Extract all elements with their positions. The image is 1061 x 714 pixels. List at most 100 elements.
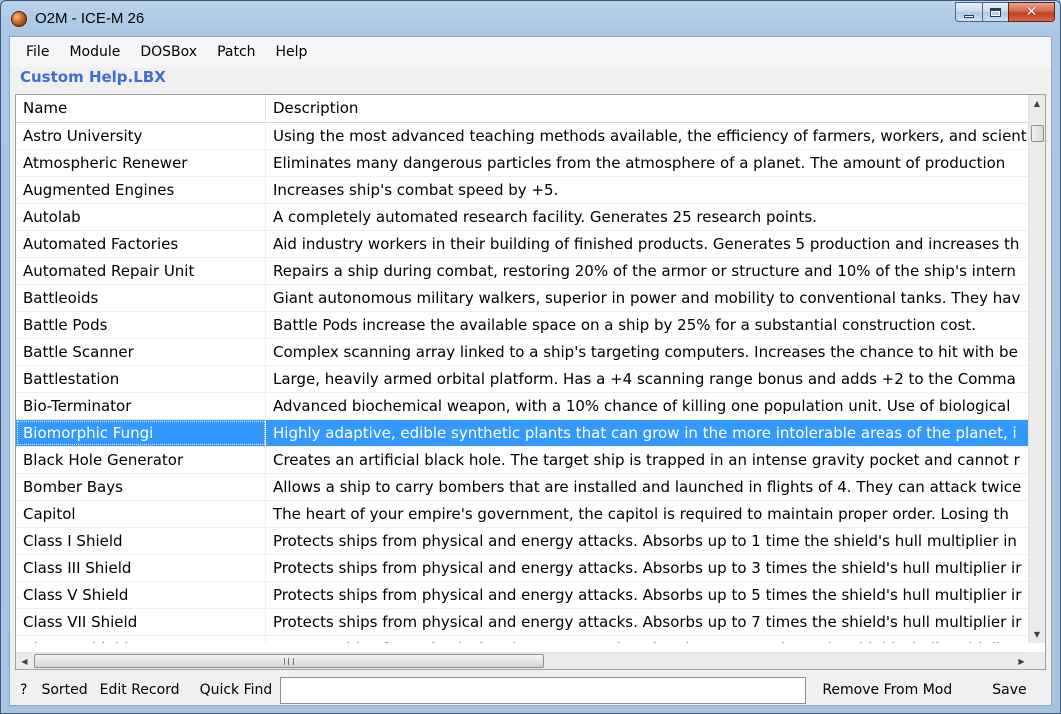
table-row[interactable]: Autolab A completely automated research f… bbox=[16, 204, 1030, 231]
menu-module[interactable]: Module bbox=[59, 40, 130, 64]
sorted-button[interactable]: Sorted bbox=[35, 682, 93, 698]
horizontal-scrollbar[interactable]: ◀ ▶ bbox=[16, 652, 1030, 669]
grid-rows: Astro University Using the most advanced … bbox=[16, 123, 1030, 643]
grid-header: Name Description bbox=[16, 95, 1030, 123]
save-button[interactable]: Save bbox=[986, 682, 1032, 698]
title-bar[interactable]: O2M - ICE-M 26 ✕ bbox=[1, 1, 1060, 36]
cell-description[interactable]: Allows a ship to carry bombers that are … bbox=[266, 474, 1030, 500]
cell-description[interactable]: Repairs a ship during combat, restoring … bbox=[266, 258, 1030, 284]
cell-description[interactable]: The heart of your empire's government, t… bbox=[266, 501, 1030, 527]
horizontal-scroll-thumb[interactable] bbox=[34, 654, 544, 668]
cell-description[interactable]: Eliminates many dangerous particles from… bbox=[266, 150, 1030, 176]
client-area: File Module DOSBox Patch Help Custom Hel… bbox=[9, 36, 1052, 706]
table-row[interactable]: Atmospheric Renewer Eliminates many dange… bbox=[16, 150, 1030, 177]
cell-name[interactable]: Class VII Shield bbox=[16, 609, 266, 635]
cell-name[interactable]: Augmented Engines bbox=[16, 177, 266, 203]
vertical-scroll-thumb[interactable] bbox=[1031, 125, 1044, 142]
table-row[interactable]: Class I Shield Protects ships from physic… bbox=[16, 528, 1030, 555]
app-window: O2M - ICE-M 26 ✕ File Module DOSBox Patc… bbox=[0, 0, 1061, 714]
table-row[interactable]: Automated Factories Aid industry workers … bbox=[16, 231, 1030, 258]
cell-description[interactable]: Protects ships from physical and energy … bbox=[266, 528, 1030, 554]
grip-icon bbox=[284, 657, 294, 665]
table-row[interactable]: Battleoids Giant autonomous military walk… bbox=[16, 285, 1030, 312]
window-title: O2M - ICE-M 26 bbox=[35, 10, 145, 27]
minimize-icon bbox=[964, 14, 974, 18]
table-row[interactable]: Bomber Bays Allows a ship to carry bomber… bbox=[16, 474, 1030, 501]
table-row[interactable]: Automated Repair Unit Repairs a ship duri… bbox=[16, 258, 1030, 285]
cell-name[interactable]: Atmospheric Renewer bbox=[16, 150, 266, 176]
cell-name[interactable]: Class III Shield bbox=[16, 555, 266, 581]
table-row[interactable]: Class V Shield Protects ships from physic… bbox=[16, 582, 1030, 609]
vertical-scrollbar[interactable]: ▲ ▼ bbox=[1028, 95, 1045, 643]
maximize-icon bbox=[990, 7, 1001, 17]
cell-name[interactable]: Battle Scanner bbox=[16, 339, 266, 365]
quick-find-label: Quick Find bbox=[199, 682, 273, 698]
menu-file[interactable]: File bbox=[10, 40, 59, 64]
app-icon[interactable] bbox=[11, 11, 27, 27]
table-row[interactable]: Class III Shield Protects ships from phys… bbox=[16, 555, 1030, 582]
cell-name[interactable]: Black Hole Generator bbox=[16, 447, 266, 473]
menu-bar: File Module DOSBox Patch Help bbox=[10, 37, 1051, 67]
cell-description[interactable]: A completely automated research facility… bbox=[266, 204, 1030, 230]
cell-description[interactable]: Creates an artificial black hole. The ta… bbox=[266, 447, 1030, 473]
menu-patch[interactable]: Patch bbox=[207, 40, 265, 64]
table-row[interactable]: Black Hole Generator Creates an artificia… bbox=[16, 447, 1030, 474]
cell-description[interactable]: Highly adaptive, edible synthetic plants… bbox=[266, 420, 1030, 446]
cell-description[interactable]: Giant autonomous military walkers, super… bbox=[266, 285, 1030, 311]
scroll-down-arrow-icon[interactable]: ▼ bbox=[1029, 626, 1045, 643]
maximize-button[interactable] bbox=[982, 2, 1008, 22]
records-grid[interactable]: Name Description Astro University Using t… bbox=[15, 94, 1046, 670]
cell-name[interactable]: Battlestation bbox=[16, 366, 266, 392]
scroll-left-arrow-icon[interactable]: ◀ bbox=[16, 653, 33, 669]
cell-name[interactable]: Class I Shield bbox=[16, 528, 266, 554]
table-row[interactable]: Battlestation Large, heavily armed orbita… bbox=[16, 366, 1030, 393]
edit-record-button[interactable]: Edit Record bbox=[94, 682, 186, 698]
status-bar: ? Sorted Edit Record Quick Find Remove F… bbox=[10, 675, 1051, 705]
cell-name[interactable]: Biomorphic Fungi bbox=[16, 420, 266, 446]
scroll-up-arrow-icon[interactable]: ▲ bbox=[1029, 95, 1045, 112]
menu-help[interactable]: Help bbox=[266, 40, 318, 64]
table-row[interactable]: Battle Scanner Complex scanning array lin… bbox=[16, 339, 1030, 366]
remove-from-mod-button[interactable]: Remove From Mod bbox=[814, 682, 960, 698]
cell-description[interactable]: Increases ship's combat speed by +5. bbox=[266, 177, 1030, 203]
cell-description[interactable]: Complex scanning array linked to a ship'… bbox=[266, 339, 1030, 365]
cell-description[interactable]: Using the most advanced teaching methods… bbox=[266, 123, 1030, 149]
table-row[interactable]: Astro University Using the most advanced … bbox=[16, 123, 1030, 150]
cell-description[interactable]: Protects ships from physical and energy … bbox=[266, 582, 1030, 608]
table-row[interactable]: Bio-Terminator Advanced biochemical weapo… bbox=[16, 393, 1030, 420]
cell-name[interactable]: Bio-Terminator bbox=[16, 393, 266, 419]
cell-description[interactable]: Aid industry workers in their building o… bbox=[266, 231, 1030, 257]
cell-name[interactable]: Astro University bbox=[16, 123, 266, 149]
close-button[interactable]: ✕ bbox=[1008, 2, 1055, 22]
table-row[interactable]: Biomorphic Fungi Highly adaptive, edible … bbox=[16, 420, 1030, 447]
table-row[interactable]: Class VII Shield Protects ships from phys… bbox=[16, 609, 1030, 636]
cell-name[interactable]: Class X Shield bbox=[16, 636, 266, 643]
column-header-name[interactable]: Name bbox=[16, 95, 266, 123]
cell-name[interactable]: Bomber Bays bbox=[16, 474, 266, 500]
scroll-corner bbox=[1028, 652, 1045, 669]
table-row[interactable]: Class X ShieldProtects ships from physic… bbox=[16, 636, 1030, 643]
cell-description[interactable]: Protects ships from physical and energy … bbox=[266, 609, 1030, 635]
cell-name[interactable]: Automated Factories bbox=[16, 231, 266, 257]
cell-description[interactable]: Protects ships from physical and energy … bbox=[266, 555, 1030, 581]
cell-name[interactable]: Automated Repair Unit bbox=[16, 258, 266, 284]
cell-name[interactable]: Class V Shield bbox=[16, 582, 266, 608]
form-title: Custom Help.LBX bbox=[20, 68, 166, 86]
menu-dosbox[interactable]: DOSBox bbox=[130, 40, 207, 64]
cell-name[interactable]: Capitol bbox=[16, 501, 266, 527]
cell-name[interactable]: Autolab bbox=[16, 204, 266, 230]
table-row[interactable]: Augmented Engines Increases ship's combat… bbox=[16, 177, 1030, 204]
caption-buttons: ✕ bbox=[955, 2, 1055, 22]
cell-description[interactable]: Battle Pods increase the available space… bbox=[266, 312, 1030, 338]
cell-description[interactable]: Protects ships from physical and energy … bbox=[266, 636, 1030, 643]
table-row[interactable]: Capitol The heart of your empire's govern… bbox=[16, 501, 1030, 528]
quick-find-input[interactable] bbox=[280, 676, 807, 704]
cell-description[interactable]: Large, heavily armed orbital platform. H… bbox=[266, 366, 1030, 392]
cell-name[interactable]: Battleoids bbox=[16, 285, 266, 311]
cell-name[interactable]: Battle Pods bbox=[16, 312, 266, 338]
help-button[interactable]: ? bbox=[10, 682, 35, 698]
table-row[interactable]: Battle Pods Battle Pods increase the avai… bbox=[16, 312, 1030, 339]
minimize-button[interactable] bbox=[955, 2, 982, 22]
column-header-description[interactable]: Description bbox=[266, 95, 1030, 123]
cell-description[interactable]: Advanced biochemical weapon, with a 10% … bbox=[266, 393, 1030, 419]
